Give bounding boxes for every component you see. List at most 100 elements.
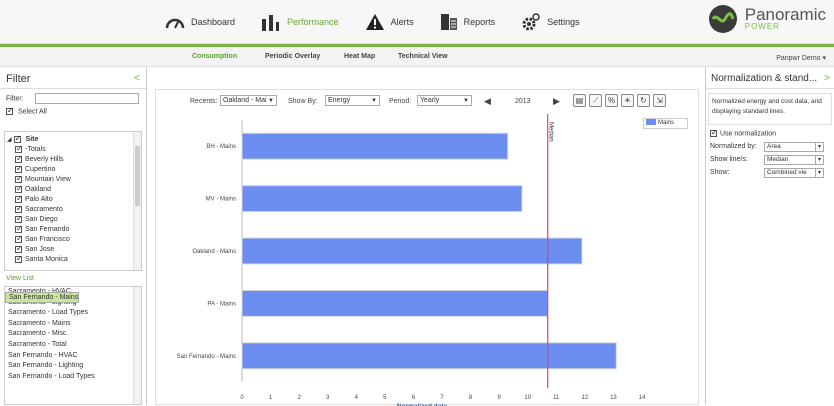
list-item[interactable]: Sacramento - Total <box>5 340 141 351</box>
list-item[interactable]: Sacramento - Load Types <box>5 308 141 319</box>
tree-item-site[interactable]: Beverly Hills <box>5 154 141 165</box>
export-icon[interactable]: ⇲ <box>653 94 666 107</box>
list-item[interactable]: San Fernando - Load Types <box>5 372 141 383</box>
refresh-icon[interactable]: ↻ <box>637 94 650 107</box>
tree-item-checkbox[interactable] <box>15 174 23 184</box>
tree-item-site[interactable]: San Francisco <box>5 234 141 245</box>
brand-name: Panoramic <box>744 5 826 24</box>
tab-heat-map[interactable]: Heat Map <box>344 53 375 60</box>
tab-consumption[interactable]: Consumption <box>192 53 237 60</box>
list-scrollbar[interactable] <box>133 287 141 404</box>
user-menu[interactable]: Panpwr Demo ▾ <box>776 54 826 62</box>
next-period-button[interactable]: ▶ <box>553 96 560 107</box>
tree-item-site[interactable]: Cupertino <box>5 164 141 175</box>
collapse-filter-button[interactable]: < <box>134 73 140 84</box>
expand-arrow-icon[interactable]: ◢ <box>7 137 12 143</box>
tree-scroll-thumb[interactable] <box>135 146 140 206</box>
tree-root-checkbox[interactable] <box>13 134 21 144</box>
tree-item-checkbox[interactable] <box>15 204 23 214</box>
x-tick-label: 0 <box>240 395 244 401</box>
tree-item-label: -Totals <box>25 146 46 153</box>
nav-alerts[interactable]: Alerts <box>365 13 414 31</box>
select-all-row[interactable]: Select All <box>0 104 146 115</box>
tab-periodic-overlay[interactable]: Periodic Overlay <box>265 53 320 60</box>
y-tick-label: MV - Mains <box>206 197 236 203</box>
tree-item-checkbox[interactable] <box>15 224 23 234</box>
period-select[interactable]: Yearly ▼ <box>417 95 472 106</box>
show-select[interactable]: Combined vie ▾ <box>764 168 824 178</box>
table-view-icon[interactable]: ▤ <box>573 94 586 107</box>
list-item[interactable]: Sacramento - Mains <box>5 319 141 330</box>
nav-performance[interactable]: Performance <box>261 13 339 31</box>
gauge-icon <box>165 18 185 29</box>
tree-item-site[interactable]: San Jose <box>5 244 141 255</box>
tree-item-site[interactable]: San Diego <box>5 214 141 225</box>
tree-item-site[interactable]: -Totals <box>5 144 141 155</box>
normalized-by-value: Area <box>767 143 781 150</box>
nav-settings[interactable]: Settings <box>521 12 580 32</box>
bar-chart: BH - Mains MV - Mains Oakland - Mains PA - … <box>177 114 646 406</box>
expand-panel-button[interactable]: > <box>824 73 830 84</box>
list-item[interactable]: Sacramento - Misc. <box>5 329 141 340</box>
y-tick-label: BH - Mains <box>206 144 236 150</box>
show-lines-label: Show line/s: <box>710 156 748 163</box>
year-display: 2013 <box>515 98 531 105</box>
tree-item-site[interactable]: Santa Monica <box>5 254 141 265</box>
percent-icon[interactable]: % <box>605 94 618 107</box>
tree-root[interactable]: ◢ Site <box>5 134 141 145</box>
use-normalization-row[interactable]: Use normalization <box>710 128 777 138</box>
x-tick-label: 9 <box>497 395 501 401</box>
tree-scrollbar[interactable] <box>133 132 141 270</box>
tree-item-checkbox[interactable] <box>15 184 23 194</box>
weather-icon[interactable]: ☀ <box>621 94 634 107</box>
x-tick-label: 3 <box>326 395 330 401</box>
tree-item-site[interactable]: Palo Alto <box>5 194 141 205</box>
list-item[interactable]: San Fernando - HVAC <box>5 351 141 362</box>
normalized-by-select[interactable]: Area ▾ <box>764 142 824 152</box>
show-lines-select[interactable]: Median ▾ <box>764 155 824 165</box>
tab-technical-view[interactable]: Technical View <box>398 53 448 60</box>
nav-reports-label: Reports <box>463 17 496 27</box>
logo-icon <box>708 5 737 33</box>
tree-item-site[interactable]: Oakland <box>5 184 141 195</box>
show-value: Combined vie <box>767 169 807 176</box>
tree-item-label: Mountain View <box>25 176 71 183</box>
tree-item-site[interactable]: Mountain View <box>5 174 141 185</box>
list-item[interactable]: San Fernando - Lighting <box>5 361 141 372</box>
filter-title-text: Filter <box>6 73 31 85</box>
use-normalization-checkbox[interactable] <box>710 128 718 137</box>
recents-select[interactable]: Oakland - Mai ▼ <box>220 95 277 106</box>
use-normalization-label: Use normalization <box>720 130 777 138</box>
y-tick-label: San Fernando - Mains <box>177 354 236 360</box>
y-tick-label: PA - Mains <box>207 301 236 307</box>
bar <box>241 237 583 265</box>
tree-item-checkbox[interactable] <box>15 154 23 164</box>
dropdown-arrow-icon: ▼ <box>371 98 377 104</box>
view-list-link[interactable]: View List <box>6 275 34 282</box>
filter-title: Filter <box>0 67 146 89</box>
tree-item-checkbox[interactable] <box>15 144 23 154</box>
tree-item-checkbox[interactable] <box>15 164 23 174</box>
nav-alerts-label: Alerts <box>390 17 414 27</box>
tree-item-checkbox[interactable] <box>15 194 23 204</box>
nav-reports[interactable]: Reports <box>440 13 496 31</box>
line-chart-icon[interactable]: ⟋ <box>589 94 602 107</box>
select-all-checkbox[interactable] <box>6 106 14 115</box>
x-tick-label: 12 <box>582 395 589 401</box>
x-tick-label: 2 <box>297 395 301 401</box>
tree-item-checkbox[interactable] <box>15 214 23 224</box>
nav-dashboard[interactable]: Dashboard <box>165 14 235 30</box>
list-item[interactable]: San Fernando - Mains <box>5 292 80 303</box>
prev-period-button[interactable]: ◀ <box>484 96 491 107</box>
tree-item-checkbox[interactable] <box>15 244 23 254</box>
filter-label: Filter: <box>6 95 24 103</box>
tree-item-site[interactable]: San Fernando <box>5 224 141 235</box>
median-label: Median <box>548 122 554 142</box>
tree-item-site[interactable]: Sacramento <box>5 204 141 215</box>
filter-input[interactable] <box>35 93 140 104</box>
bar <box>241 342 617 370</box>
normalization-title: Normalization & stand... <box>706 67 834 89</box>
tree-item-checkbox[interactable] <box>15 234 23 244</box>
showby-select[interactable]: Energy ▼ <box>325 95 380 106</box>
tree-item-checkbox[interactable] <box>15 254 23 264</box>
